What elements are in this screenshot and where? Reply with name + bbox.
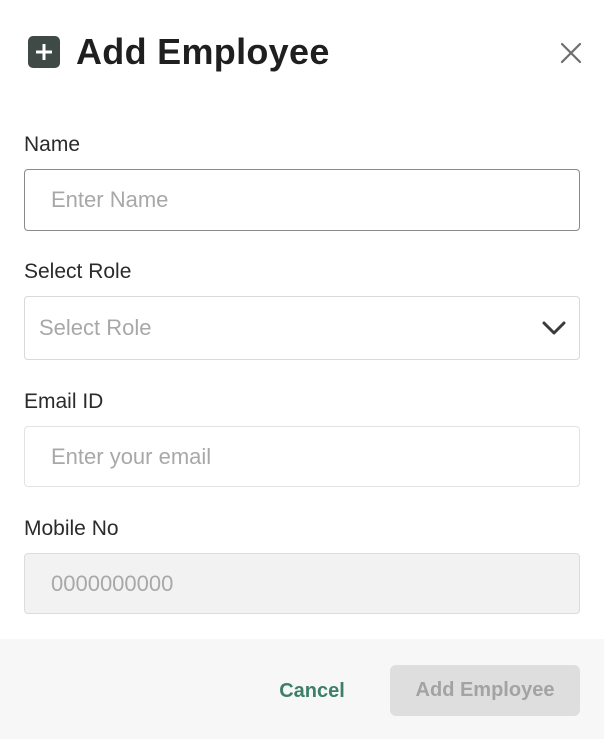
name-label: Name <box>24 133 81 156</box>
role-select[interactable]: Select Role <box>24 296 580 360</box>
plus-square-icon <box>28 36 60 68</box>
add-employee-button[interactable]: Add Employee <box>390 665 580 716</box>
mobile-input[interactable] <box>24 553 580 614</box>
dialog-header: Add Employee <box>24 28 584 76</box>
email-label: Email ID <box>24 390 104 413</box>
email-input[interactable] <box>24 426 580 487</box>
role-label: Select Role <box>24 260 132 283</box>
add-employee-dialog: Add Employee Name Select Role Select Rol… <box>0 0 604 739</box>
close-icon <box>558 42 584 70</box>
mobile-label: Mobile No <box>24 517 119 540</box>
dialog-footer: Cancel Add Employee <box>0 639 604 739</box>
cancel-button[interactable]: Cancel <box>262 666 362 716</box>
role-select-value: Select Role <box>39 315 152 340</box>
close-button[interactable] <box>558 40 584 66</box>
name-input[interactable] <box>24 169 580 231</box>
dialog-title: Add Employee <box>76 31 330 72</box>
chevron-down-icon <box>541 317 567 339</box>
